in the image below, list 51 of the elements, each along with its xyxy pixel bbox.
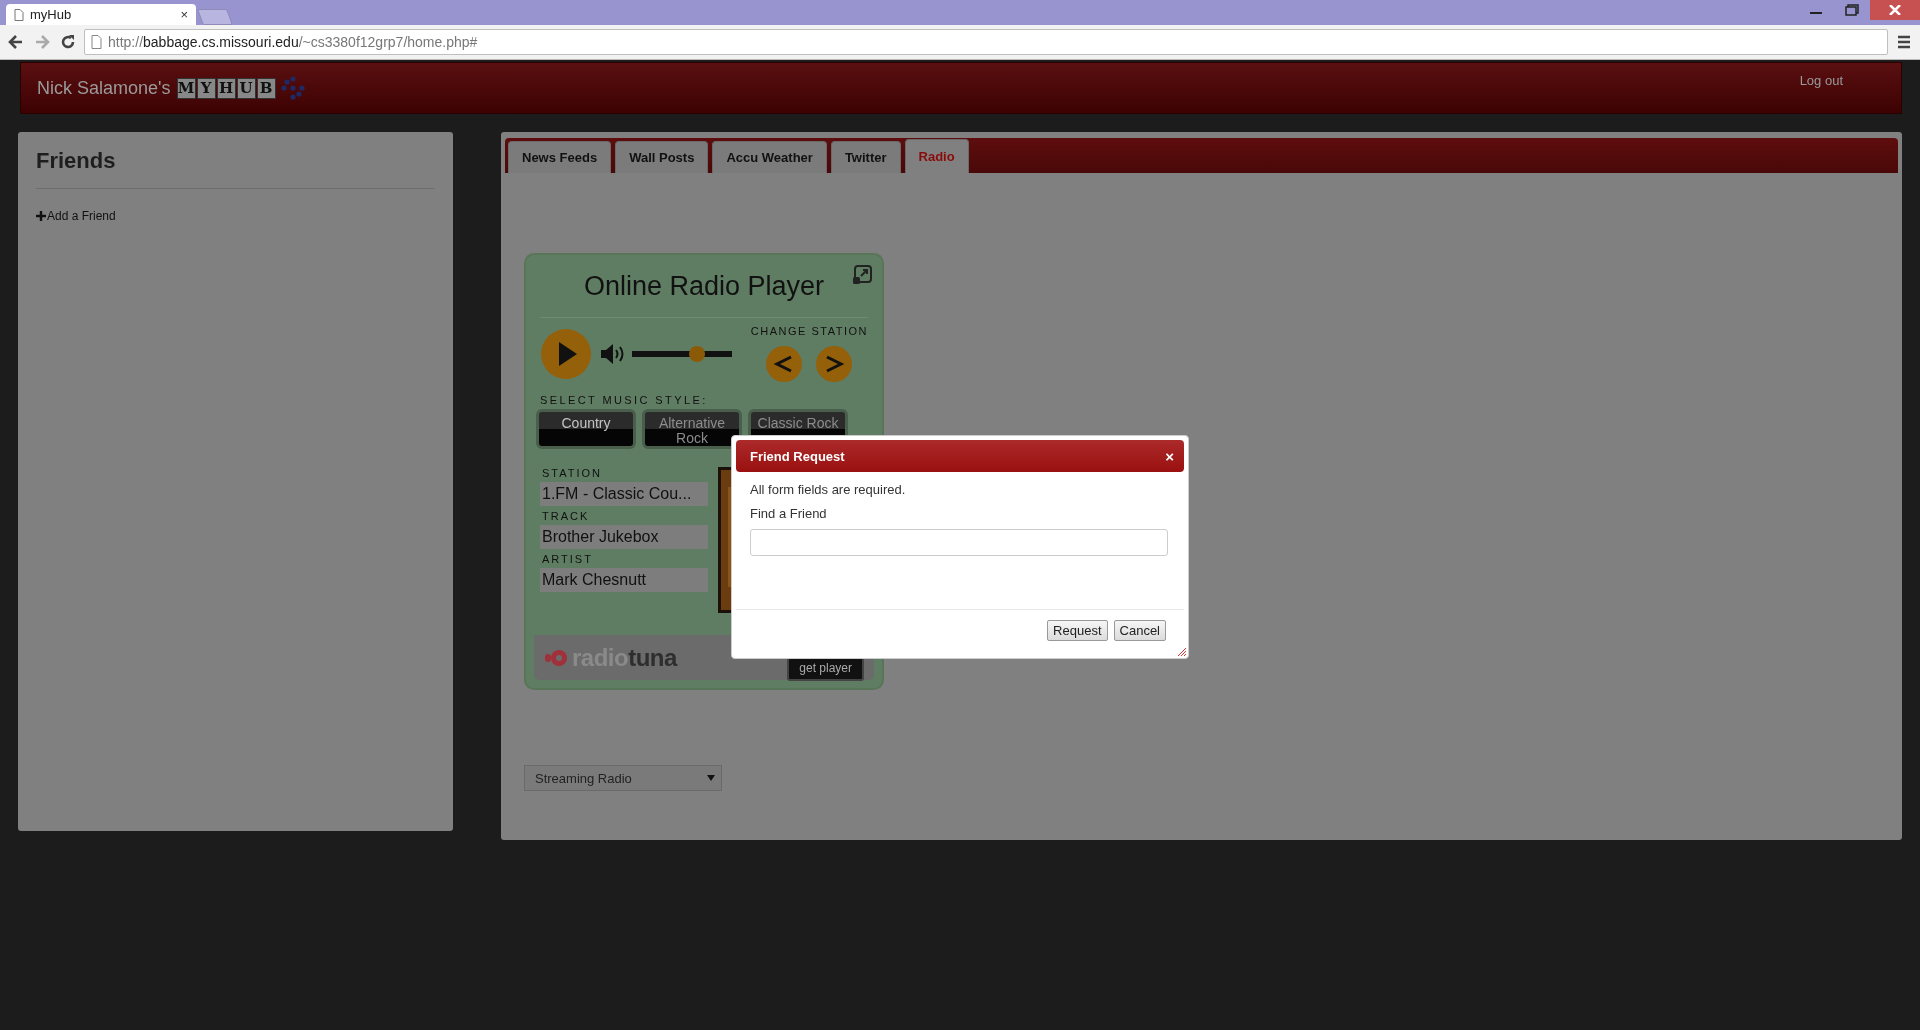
add-friend-link[interactable]: Add a Friend bbox=[36, 209, 116, 223]
close-icon bbox=[1889, 5, 1901, 15]
address-bar[interactable]: http://babbage.cs.missouri.edu/~cs3380f12grp7/home.php# bbox=[84, 29, 1888, 55]
previous-button[interactable] bbox=[765, 345, 804, 383]
tab[interactable]: News Feeds bbox=[508, 141, 612, 173]
field-label: ARTIST bbox=[542, 553, 594, 565]
dialog-button[interactable]: Cancel bbox=[1113, 620, 1166, 641]
change-station-label: CHANGE STATION bbox=[750, 325, 868, 337]
browser-tab[interactable]: myHub × bbox=[6, 4, 196, 25]
panel-title: Friends bbox=[36, 148, 117, 174]
plus-icon bbox=[36, 211, 46, 221]
station-dropdown[interactable]: Streaming Radio bbox=[524, 765, 722, 791]
tab-close-button[interactable]: × bbox=[180, 7, 188, 22]
resize-grip-icon[interactable] bbox=[1178, 648, 1186, 656]
dialog-button[interactable]: Request bbox=[1047, 620, 1108, 641]
logout-link[interactable]: Log out bbox=[1799, 73, 1843, 88]
play-button[interactable] bbox=[540, 328, 592, 380]
next-button[interactable] bbox=[815, 345, 854, 383]
logo-letter: M bbox=[176, 77, 196, 99]
logo-letter: B bbox=[256, 77, 276, 99]
field-label: STATION bbox=[542, 467, 604, 479]
logo-letter: H bbox=[216, 77, 236, 99]
field-label: TRACK bbox=[542, 510, 591, 522]
close-button[interactable] bbox=[1870, 0, 1920, 20]
dialog-title: Friend Request bbox=[750, 448, 846, 464]
field-value: Brother Jukebox bbox=[540, 525, 708, 549]
input-field[interactable] bbox=[750, 529, 1168, 556]
section-label: SELECT MUSIC STYLE: bbox=[540, 394, 709, 406]
slider-thumb[interactable] bbox=[689, 346, 705, 362]
caret-icon bbox=[707, 775, 715, 781]
popout-icon[interactable] bbox=[852, 265, 872, 285]
form-note: All form fields are required. bbox=[750, 482, 907, 497]
style-button[interactable]: Country bbox=[536, 409, 636, 449]
field-value: Mark Chesnutt bbox=[540, 568, 708, 592]
close-button[interactable]: × bbox=[1165, 447, 1174, 465]
field-value: 1.FM - Classic Cou... bbox=[540, 482, 708, 506]
page-icon bbox=[91, 35, 102, 49]
field-label: Find a Friend bbox=[750, 506, 828, 521]
tab[interactable]: Twitter bbox=[830, 141, 901, 173]
volume-icon bbox=[600, 343, 626, 365]
tab[interactable]: Wall Posts bbox=[615, 141, 709, 173]
logo-letter: U bbox=[236, 77, 256, 99]
logo-letter: Y bbox=[196, 77, 216, 99]
style-button[interactable]: Alternative Rock bbox=[642, 409, 742, 449]
tab[interactable]: Accu Weather bbox=[712, 141, 827, 173]
owner-name: Nick Salamone's bbox=[37, 77, 171, 99]
logo-icon bbox=[544, 648, 568, 667]
page-icon bbox=[14, 8, 24, 21]
dots-icon bbox=[279, 75, 306, 101]
url-text: http://babbage.cs.missouri.edu/~cs3380f12grp7/home.php# bbox=[108, 34, 478, 50]
maximize-icon[interactable] bbox=[1845, 4, 1859, 16]
